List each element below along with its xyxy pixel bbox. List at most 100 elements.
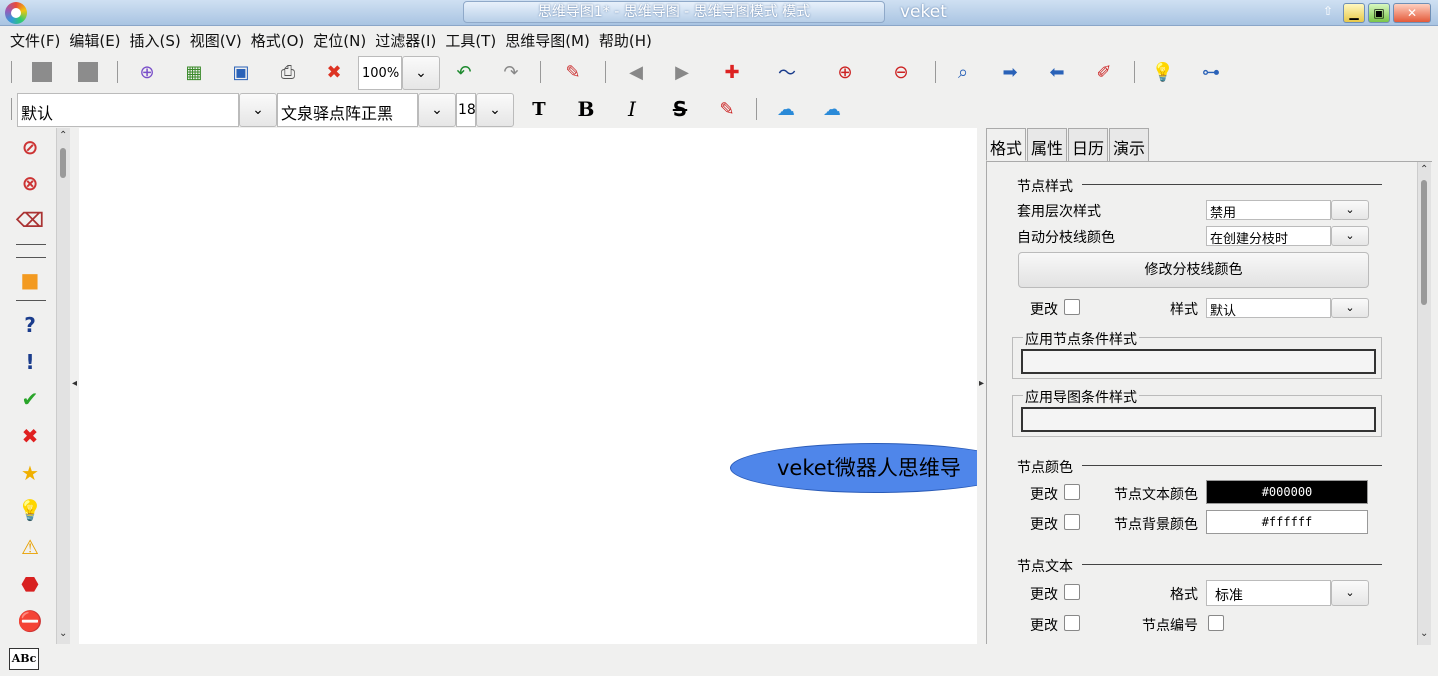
lightbulb-icon[interactable]: 💡 (1149, 58, 1177, 86)
italic-button[interactable]: I (618, 95, 646, 123)
app-logo-icon[interactable] (5, 2, 27, 24)
map-conditional-style-list[interactable] (1021, 407, 1376, 432)
print-icon[interactable]: ⎙ (274, 58, 302, 86)
open-icon[interactable]: ▦ (180, 58, 208, 86)
scroll-down-icon[interactable]: ⌄ (59, 628, 67, 639)
scroll-thumb[interactable] (1421, 180, 1427, 305)
menu-format[interactable]: 格式(O) (251, 30, 305, 51)
font-size-dropdown-button[interactable]: ⌄ (476, 93, 514, 127)
redo-icon[interactable]: ↷ (497, 58, 525, 86)
format-dropdown[interactable]: ⌄ (1331, 580, 1369, 606)
cloud-icon[interactable]: ☁ (772, 95, 800, 123)
cloud-color-icon[interactable]: ☁ (818, 95, 846, 123)
scroll-down-icon[interactable]: ⌄ (1420, 628, 1428, 639)
modify-branch-color-button[interactable]: 修改分枝线颜色 (1018, 252, 1369, 288)
tab-calendar[interactable]: 日历 (1068, 128, 1109, 161)
previous-node-icon[interactable]: ⬅ (1043, 58, 1071, 86)
remove-all-icons-icon[interactable]: ⌫ (16, 208, 44, 232)
change-bg-color-checkbox[interactable] (1064, 514, 1080, 530)
menu-edit[interactable]: 编辑(E) (69, 30, 120, 51)
auto-branch-color-dropdown[interactable]: ⌄ (1331, 226, 1369, 246)
find-icon[interactable]: ⌕ (949, 58, 977, 86)
root-node[interactable]: veket微器人思维导 (730, 443, 977, 493)
font-family-select[interactable]: 文泉驿点阵正黑 (277, 93, 418, 127)
new-map-icon[interactable]: ⊕ (133, 58, 161, 86)
menu-insert[interactable]: 插入(S) (130, 30, 181, 51)
zoom-input[interactable]: 100% (358, 56, 402, 90)
menu-mindmap[interactable]: 思维导图(M) (505, 30, 590, 51)
forward-icon[interactable] (74, 58, 102, 86)
bg-color-swatch[interactable]: #ffffff (1206, 510, 1368, 534)
expand-node-icon[interactable]: ⊕ (831, 58, 859, 86)
style-dropdown[interactable]: ⌄ (1331, 298, 1369, 318)
mind-map-structure-icon[interactable]: ⊶ (1197, 58, 1225, 86)
tab-presentation[interactable]: 演示 (1109, 128, 1150, 161)
remove-first-icon-icon[interactable]: ⊘ (18, 135, 42, 159)
style-select[interactable]: 默认 (17, 93, 239, 127)
menu-tools[interactable]: 工具(T) (445, 30, 496, 51)
add-child-node-icon[interactable]: ✚ (718, 58, 746, 86)
remove-last-icon-icon[interactable]: ⊗ (18, 171, 42, 195)
no-entry-icon[interactable]: ⛔ (18, 609, 43, 633)
scroll-thumb[interactable] (60, 148, 66, 178)
tab-attributes[interactable]: 属性 (1027, 128, 1068, 161)
maximize-button[interactable]: ▣ (1368, 3, 1390, 23)
move-right-icon[interactable]: ▶ (668, 58, 696, 86)
back-icon[interactable] (28, 58, 56, 86)
collapse-node-icon[interactable]: ⊖ (887, 58, 915, 86)
cross-icon[interactable]: ✖ (18, 424, 42, 448)
text-color-icon[interactable]: T (525, 95, 553, 123)
remove-node-icon[interactable]: 〜 (773, 58, 801, 86)
question-icon[interactable]: ? (18, 313, 42, 337)
spellcheck-icon[interactable]: ABc (9, 648, 39, 670)
right-splitter[interactable]: ▸ (977, 128, 986, 644)
node-conditional-style-list[interactable] (1021, 349, 1376, 374)
move-left-icon[interactable]: ◀ (622, 58, 650, 86)
numbering-checkbox[interactable] (1208, 615, 1224, 631)
menu-help[interactable]: 帮助(H) (599, 30, 652, 51)
menu-navigate[interactable]: 定位(N) (313, 30, 366, 51)
font-size-select[interactable]: 18 (456, 93, 476, 127)
mind-map-canvas[interactable]: veket微器人思维导 (79, 128, 977, 644)
scroll-up-icon[interactable]: ⌃ (1420, 164, 1428, 175)
pin-icon[interactable]: ⇧ (1323, 4, 1333, 18)
change-style-checkbox[interactable] (1064, 299, 1080, 315)
exclamation-icon[interactable]: ! (18, 350, 42, 374)
auto-branch-color-select[interactable]: 在创建分枝时 (1206, 226, 1331, 246)
collapse-left-icon[interactable]: ◂ (72, 378, 77, 389)
idea-icon[interactable]: 💡 (18, 498, 43, 522)
level-style-dropdown[interactable]: ⌄ (1331, 200, 1369, 220)
tab-format[interactable]: 格式 (986, 128, 1027, 161)
edit-attribute-icon[interactable]: ✎ (559, 58, 587, 86)
stop-icon[interactable]: ⬣ (18, 572, 42, 596)
zoom-dropdown-button[interactable]: ⌄ (402, 56, 440, 90)
pen-icon[interactable]: ✐ (1090, 58, 1118, 86)
strikethrough-button[interactable]: S (666, 95, 694, 123)
close-map-icon[interactable]: ✖ (320, 58, 348, 86)
undo-icon[interactable]: ↶ (450, 58, 478, 86)
warning-icon[interactable]: ⚠ (18, 535, 42, 559)
next-node-icon[interactable]: ➡ (996, 58, 1024, 86)
menu-filter[interactable]: 过滤器(I) (375, 30, 436, 51)
style-dropdown-button[interactable]: ⌄ (239, 93, 277, 127)
text-color-swatch[interactable]: #000000 (1206, 480, 1368, 504)
minimize-button[interactable]: ▁ (1343, 3, 1365, 23)
clear-format-icon[interactable]: ✎ (713, 95, 741, 123)
menu-view[interactable]: 视图(V) (190, 30, 242, 51)
change-format-checkbox[interactable] (1064, 584, 1080, 600)
collapse-right-icon[interactable]: ▸ (979, 378, 984, 389)
properties-scrollbar[interactable]: ⌃ ⌄ (1417, 162, 1431, 645)
icon-group-menu-icon[interactable]: ■ (18, 268, 42, 292)
star-icon[interactable]: ★ (18, 461, 42, 485)
left-splitter[interactable]: ◂ (71, 128, 79, 644)
change-numbering-checkbox[interactable] (1064, 615, 1080, 631)
font-family-dropdown-button[interactable]: ⌄ (418, 93, 456, 127)
icon-panel-scrollbar[interactable]: ⌃ ⌄ (56, 128, 70, 644)
close-button[interactable]: ✕ (1393, 3, 1431, 23)
bold-button[interactable]: B (572, 95, 600, 123)
format-select[interactable]: 标准 (1206, 580, 1331, 606)
scroll-up-icon[interactable]: ⌃ (59, 130, 67, 141)
menu-file[interactable]: 文件(F) (10, 30, 60, 51)
change-text-color-checkbox[interactable] (1064, 484, 1080, 500)
level-style-select[interactable]: 禁用 (1206, 200, 1331, 220)
